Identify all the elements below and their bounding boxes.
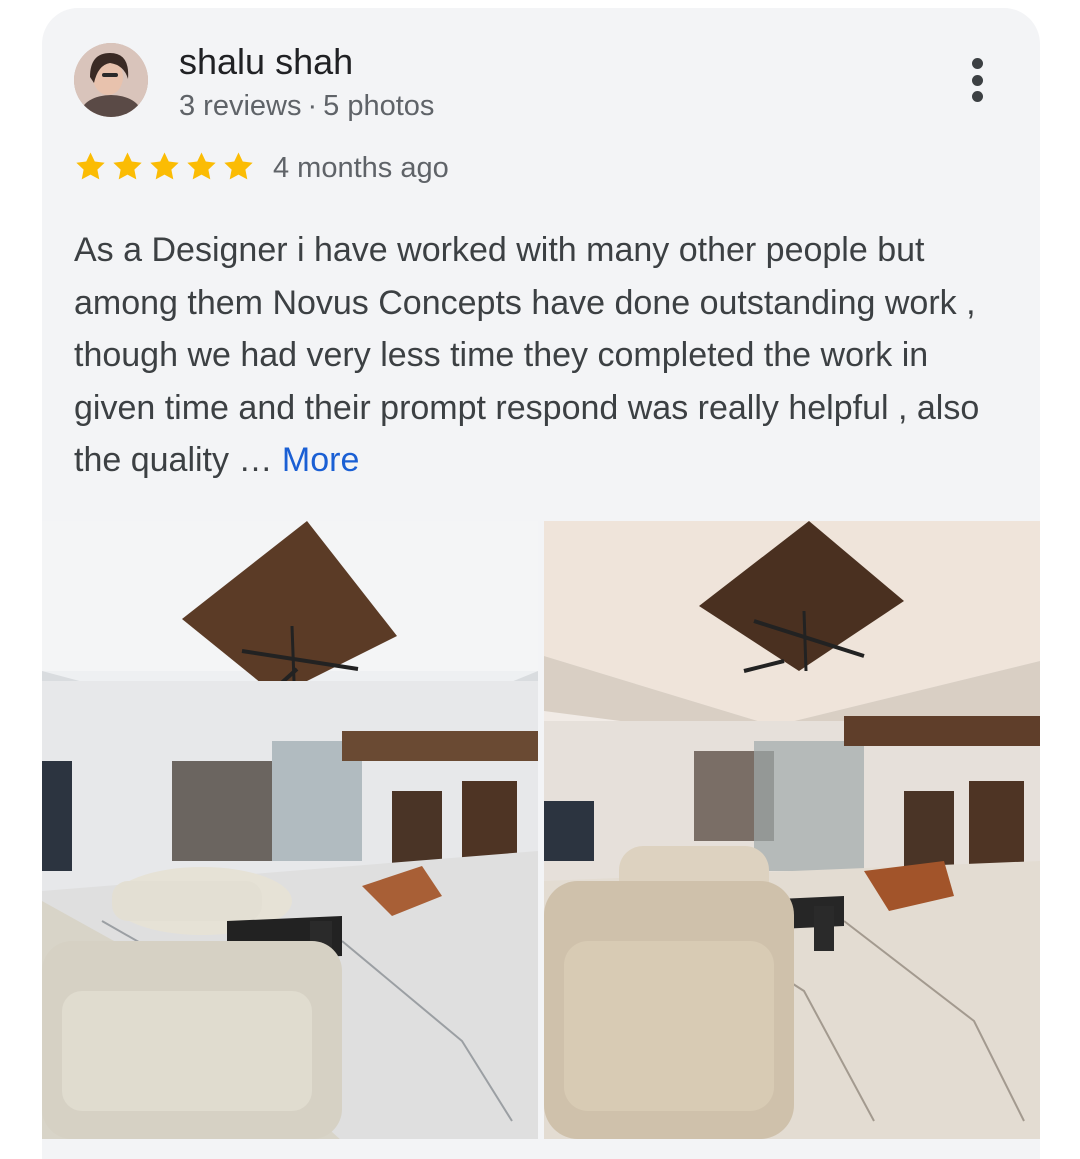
avatar-image	[74, 43, 148, 117]
author-review-count: 3 reviews	[179, 90, 302, 122]
review-text: As a Designer i have worked with many ot…	[74, 231, 980, 479]
avatar[interactable]	[74, 43, 148, 117]
review-time: 4 months ago	[273, 152, 449, 184]
star-icon	[224, 152, 253, 180]
more-options-icon[interactable]	[957, 56, 997, 104]
kebab-dot	[971, 91, 983, 102]
review-card: shalu shah 3 reviews · 5 photos 4 months a…	[42, 8, 1040, 1159]
review-photos	[42, 521, 1040, 1139]
kebab-dot	[971, 74, 983, 86]
separator-dot: ·	[307, 90, 318, 122]
living-room-photo-daylight	[42, 521, 538, 1139]
review-text-block: As a Designer i have worked with many ot…	[74, 224, 1004, 487]
star-icon	[113, 152, 142, 180]
review-photo-1[interactable]	[42, 521, 538, 1139]
review-photo-2[interactable]	[544, 521, 1040, 1139]
star-icon	[150, 152, 179, 180]
star-icon	[76, 152, 105, 180]
kebab-dot	[971, 58, 983, 69]
star-icon	[187, 152, 216, 180]
author-photo-count: 5 photos	[323, 90, 435, 122]
more-link[interactable]: More	[282, 441, 359, 479]
author-name[interactable]: shalu shah	[179, 41, 353, 83]
living-room-photo-warm	[544, 521, 1040, 1139]
author-stats: 3 reviews · 5 photos	[179, 90, 434, 123]
star-rating	[74, 150, 255, 183]
